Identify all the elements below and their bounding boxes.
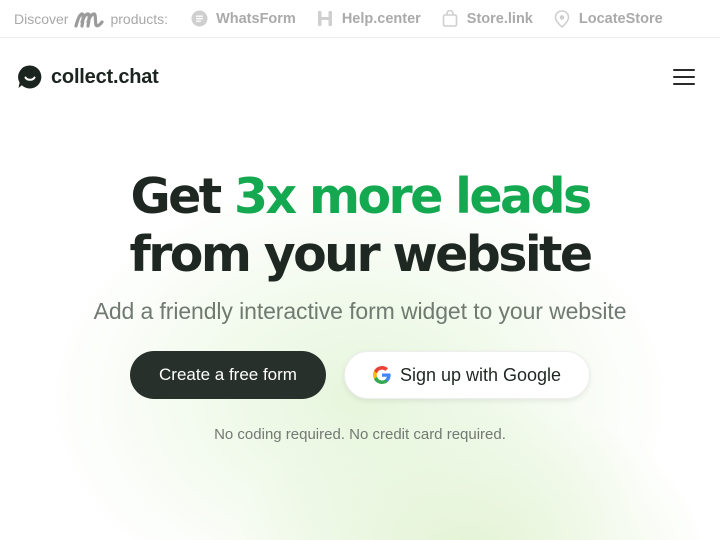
products-label: products: — [110, 10, 169, 27]
helpcenter-link[interactable]: Help.center — [316, 10, 421, 28]
no-coding-note: No coding required. No credit card requi… — [214, 426, 506, 443]
chat-bubble-logo-icon — [17, 64, 43, 90]
m-brand-logo-icon — [74, 9, 105, 29]
shopping-bag-icon — [441, 10, 459, 28]
storelink-link[interactable]: Store.link — [441, 10, 533, 28]
hero-section: Get 3x more leads from your website Add … — [0, 168, 720, 443]
discover-bar: Discover products: WhatsForm Help.center… — [0, 0, 720, 38]
hero-headline: Get 3x more leads from your website — [0, 168, 720, 284]
headline-line2: from your website — [129, 226, 594, 283]
headline-accent: 3x more leads — [234, 168, 592, 225]
main-nav: collect.chat — [0, 39, 720, 115]
google-signup-label: Sign up with Google — [399, 364, 562, 385]
helpcenter-label: Help.center — [341, 10, 421, 27]
cta-group: Create a free form Sign up with Google — [0, 351, 720, 399]
hero-subheadline: Add a friendly interactive form widget t… — [93, 298, 627, 324]
whatsform-link[interactable]: WhatsForm — [190, 10, 296, 28]
brand-home-link[interactable]: collect.chat — [17, 64, 159, 90]
whatsform-label: WhatsForm — [216, 10, 296, 27]
google-signup-button[interactable]: Sign up with Google — [344, 351, 590, 399]
google-icon — [372, 366, 391, 384]
create-free-form-button[interactable]: Create a free form — [130, 351, 326, 399]
helpcenter-icon — [316, 10, 334, 28]
brand-name: collect.chat — [51, 65, 159, 88]
locatestore-label: LocateStore — [578, 10, 663, 27]
location-pin-icon — [553, 9, 571, 28]
storelink-label: Store.link — [466, 10, 533, 27]
locatestore-link[interactable]: LocateStore — [553, 9, 663, 28]
hamburger-menu-icon[interactable] — [673, 69, 695, 85]
whatsform-icon — [190, 10, 208, 28]
discover-label: Discover — [14, 10, 69, 27]
headline-prefix: Get — [130, 168, 235, 225]
